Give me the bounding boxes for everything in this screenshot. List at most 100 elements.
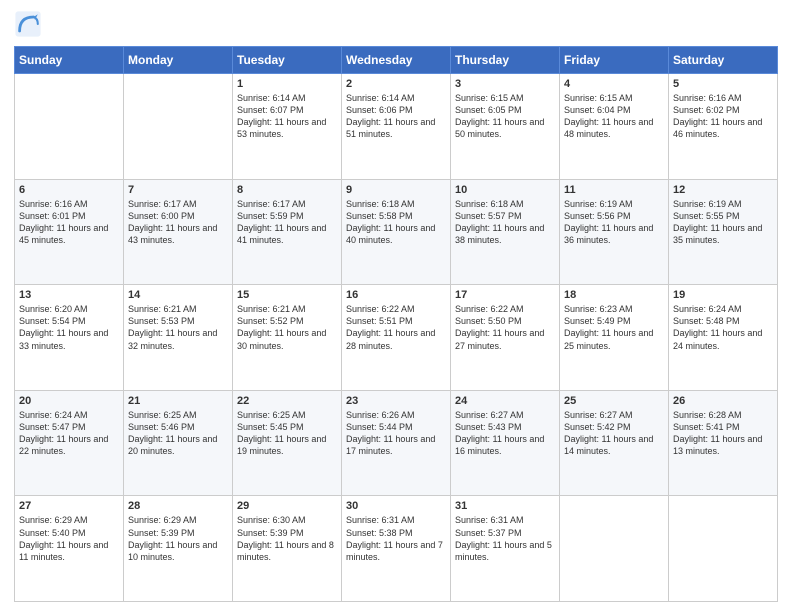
day-info: Sunrise: 6:27 AM Sunset: 5:42 PM Dayligh… bbox=[564, 409, 664, 458]
week-row-1: 6Sunrise: 6:16 AM Sunset: 6:01 PM Daylig… bbox=[15, 179, 778, 285]
day-info: Sunrise: 6:26 AM Sunset: 5:44 PM Dayligh… bbox=[346, 409, 446, 458]
day-info: Sunrise: 6:14 AM Sunset: 6:06 PM Dayligh… bbox=[346, 92, 446, 141]
calendar-cell: 25 Sunrise: 6:27 AM Sunset: 5:42 PM Dayli… bbox=[560, 390, 669, 496]
calendar-cell: 8Sunrise: 6:17 AM Sunset: 5:59 PM Daylig… bbox=[233, 179, 342, 285]
day-number: 16 bbox=[346, 289, 446, 301]
day-number: 30 bbox=[346, 500, 446, 512]
day-info: Sunrise: 6:21 AM Sunset: 5:53 PM Dayligh… bbox=[128, 303, 228, 352]
day-number: 3 bbox=[455, 78, 555, 90]
logo-icon bbox=[14, 10, 42, 38]
day-number: 19 bbox=[673, 289, 773, 301]
calendar-cell: 24 Sunrise: 6:27 AM Sunset: 5:43 PM Dayli… bbox=[451, 390, 560, 496]
calendar-cell: 5 Sunrise: 6:16 AM Sunset: 6:02 PM Daylig… bbox=[669, 74, 778, 180]
calendar-cell: 11 Sunrise: 6:19 AM Sunset: 5:56 PM Dayli… bbox=[560, 179, 669, 285]
day-number: 24 bbox=[455, 395, 555, 407]
day-info: Sunrise: 6:23 AM Sunset: 5:49 PM Dayligh… bbox=[564, 303, 664, 352]
day-number: 1 bbox=[237, 78, 337, 90]
day-number: 31 bbox=[455, 500, 555, 512]
weekday-header-row: SundayMondayTuesdayWednesdayThursdayFrid… bbox=[15, 47, 778, 74]
day-number: 12 bbox=[673, 184, 773, 196]
calendar-cell bbox=[15, 74, 124, 180]
day-info: Sunrise: 6:25 AM Sunset: 5:45 PM Dayligh… bbox=[237, 409, 337, 458]
calendar-cell: 12 Sunrise: 6:19 AM Sunset: 5:55 PM Dayli… bbox=[669, 179, 778, 285]
day-info: Sunrise: 6:18 AM Sunset: 5:57 PM Dayligh… bbox=[455, 198, 555, 247]
calendar-cell: 30 Sunrise: 6:31 AM Sunset: 5:38 PM Dayli… bbox=[342, 496, 451, 602]
calendar-cell: 3 Sunrise: 6:15 AM Sunset: 6:05 PM Daylig… bbox=[451, 74, 560, 180]
day-info: Sunrise: 6:19 AM Sunset: 5:55 PM Dayligh… bbox=[673, 198, 773, 247]
calendar-cell: 15Sunrise: 6:21 AM Sunset: 5:52 PM Dayli… bbox=[233, 285, 342, 391]
day-info: Sunrise: 6:28 AM Sunset: 5:41 PM Dayligh… bbox=[673, 409, 773, 458]
day-info: Sunrise: 6:15 AM Sunset: 6:04 PM Dayligh… bbox=[564, 92, 664, 141]
day-number: 7 bbox=[128, 184, 228, 196]
day-info: Sunrise: 6:30 AM Sunset: 5:39 PM Dayligh… bbox=[237, 514, 337, 563]
calendar-cell: 2 Sunrise: 6:14 AM Sunset: 6:06 PM Daylig… bbox=[342, 74, 451, 180]
calendar-cell: 13Sunrise: 6:20 AM Sunset: 5:54 PM Dayli… bbox=[15, 285, 124, 391]
day-info: Sunrise: 6:20 AM Sunset: 5:54 PM Dayligh… bbox=[19, 303, 119, 352]
day-number: 5 bbox=[673, 78, 773, 90]
day-number: 25 bbox=[564, 395, 664, 407]
day-info: Sunrise: 6:21 AM Sunset: 5:52 PM Dayligh… bbox=[237, 303, 337, 352]
day-info: Sunrise: 6:31 AM Sunset: 5:38 PM Dayligh… bbox=[346, 514, 446, 563]
calendar-cell: 6Sunrise: 6:16 AM Sunset: 6:01 PM Daylig… bbox=[15, 179, 124, 285]
page: SundayMondayTuesdayWednesdayThursdayFrid… bbox=[0, 0, 792, 612]
day-info: Sunrise: 6:29 AM Sunset: 5:40 PM Dayligh… bbox=[19, 514, 119, 563]
calendar-cell: 14 Sunrise: 6:21 AM Sunset: 5:53 PM Dayli… bbox=[124, 285, 233, 391]
day-info: Sunrise: 6:24 AM Sunset: 5:47 PM Dayligh… bbox=[19, 409, 119, 458]
week-row-4: 27 Sunrise: 6:29 AM Sunset: 5:40 PM Dayli… bbox=[15, 496, 778, 602]
calendar-table: SundayMondayTuesdayWednesdayThursdayFrid… bbox=[14, 46, 778, 602]
day-number: 14 bbox=[128, 289, 228, 301]
calendar-cell: 16 Sunrise: 6:22 AM Sunset: 5:51 PM Dayli… bbox=[342, 285, 451, 391]
day-number: 17 bbox=[455, 289, 555, 301]
calendar-cell: 19Sunrise: 6:24 AM Sunset: 5:48 PM Dayli… bbox=[669, 285, 778, 391]
calendar-cell: 7 Sunrise: 6:17 AM Sunset: 6:00 PM Daylig… bbox=[124, 179, 233, 285]
day-number: 20 bbox=[19, 395, 119, 407]
calendar-cell: 29 Sunrise: 6:30 AM Sunset: 5:39 PM Dayli… bbox=[233, 496, 342, 602]
day-number: 26 bbox=[673, 395, 773, 407]
calendar-cell: 26 Sunrise: 6:28 AM Sunset: 5:41 PM Dayli… bbox=[669, 390, 778, 496]
day-number: 11 bbox=[564, 184, 664, 196]
weekday-header-friday: Friday bbox=[560, 47, 669, 74]
calendar-cell bbox=[669, 496, 778, 602]
day-number: 8 bbox=[237, 184, 337, 196]
calendar-cell: 4Sunrise: 6:15 AM Sunset: 6:04 PM Daylig… bbox=[560, 74, 669, 180]
day-number: 2 bbox=[346, 78, 446, 90]
day-info: Sunrise: 6:29 AM Sunset: 5:39 PM Dayligh… bbox=[128, 514, 228, 563]
logo bbox=[14, 10, 46, 38]
calendar-cell bbox=[560, 496, 669, 602]
day-info: Sunrise: 6:17 AM Sunset: 6:00 PM Dayligh… bbox=[128, 198, 228, 247]
day-info: Sunrise: 6:25 AM Sunset: 5:46 PM Dayligh… bbox=[128, 409, 228, 458]
day-number: 21 bbox=[128, 395, 228, 407]
calendar-cell: 9 Sunrise: 6:18 AM Sunset: 5:58 PM Daylig… bbox=[342, 179, 451, 285]
day-info: Sunrise: 6:16 AM Sunset: 6:02 PM Dayligh… bbox=[673, 92, 773, 141]
calendar-cell: 21 Sunrise: 6:25 AM Sunset: 5:46 PM Dayli… bbox=[124, 390, 233, 496]
day-info: Sunrise: 6:31 AM Sunset: 5:37 PM Dayligh… bbox=[455, 514, 555, 563]
calendar-cell bbox=[124, 74, 233, 180]
day-number: 9 bbox=[346, 184, 446, 196]
day-number: 18 bbox=[564, 289, 664, 301]
day-number: 27 bbox=[19, 500, 119, 512]
week-row-2: 13Sunrise: 6:20 AM Sunset: 5:54 PM Dayli… bbox=[15, 285, 778, 391]
day-number: 28 bbox=[128, 500, 228, 512]
day-info: Sunrise: 6:16 AM Sunset: 6:01 PM Dayligh… bbox=[19, 198, 119, 247]
week-row-3: 20 Sunrise: 6:24 AM Sunset: 5:47 PM Dayli… bbox=[15, 390, 778, 496]
day-info: Sunrise: 6:22 AM Sunset: 5:51 PM Dayligh… bbox=[346, 303, 446, 352]
weekday-header-sunday: Sunday bbox=[15, 47, 124, 74]
day-number: 29 bbox=[237, 500, 337, 512]
calendar-cell: 27 Sunrise: 6:29 AM Sunset: 5:40 PM Dayli… bbox=[15, 496, 124, 602]
day-info: Sunrise: 6:18 AM Sunset: 5:58 PM Dayligh… bbox=[346, 198, 446, 247]
day-info: Sunrise: 6:14 AM Sunset: 6:07 PM Dayligh… bbox=[237, 92, 337, 141]
calendar-cell: 31 Sunrise: 6:31 AM Sunset: 5:37 PM Dayli… bbox=[451, 496, 560, 602]
day-number: 22 bbox=[237, 395, 337, 407]
calendar-cell: 28 Sunrise: 6:29 AM Sunset: 5:39 PM Dayli… bbox=[124, 496, 233, 602]
weekday-header-saturday: Saturday bbox=[669, 47, 778, 74]
calendar-cell: 22 Sunrise: 6:25 AM Sunset: 5:45 PM Dayli… bbox=[233, 390, 342, 496]
day-number: 23 bbox=[346, 395, 446, 407]
day-info: Sunrise: 6:27 AM Sunset: 5:43 PM Dayligh… bbox=[455, 409, 555, 458]
weekday-header-wednesday: Wednesday bbox=[342, 47, 451, 74]
day-number: 10 bbox=[455, 184, 555, 196]
calendar-cell: 20 Sunrise: 6:24 AM Sunset: 5:47 PM Dayli… bbox=[15, 390, 124, 496]
header bbox=[14, 10, 778, 38]
day-info: Sunrise: 6:15 AM Sunset: 6:05 PM Dayligh… bbox=[455, 92, 555, 141]
calendar-cell: 17Sunrise: 6:22 AM Sunset: 5:50 PM Dayli… bbox=[451, 285, 560, 391]
day-info: Sunrise: 6:19 AM Sunset: 5:56 PM Dayligh… bbox=[564, 198, 664, 247]
